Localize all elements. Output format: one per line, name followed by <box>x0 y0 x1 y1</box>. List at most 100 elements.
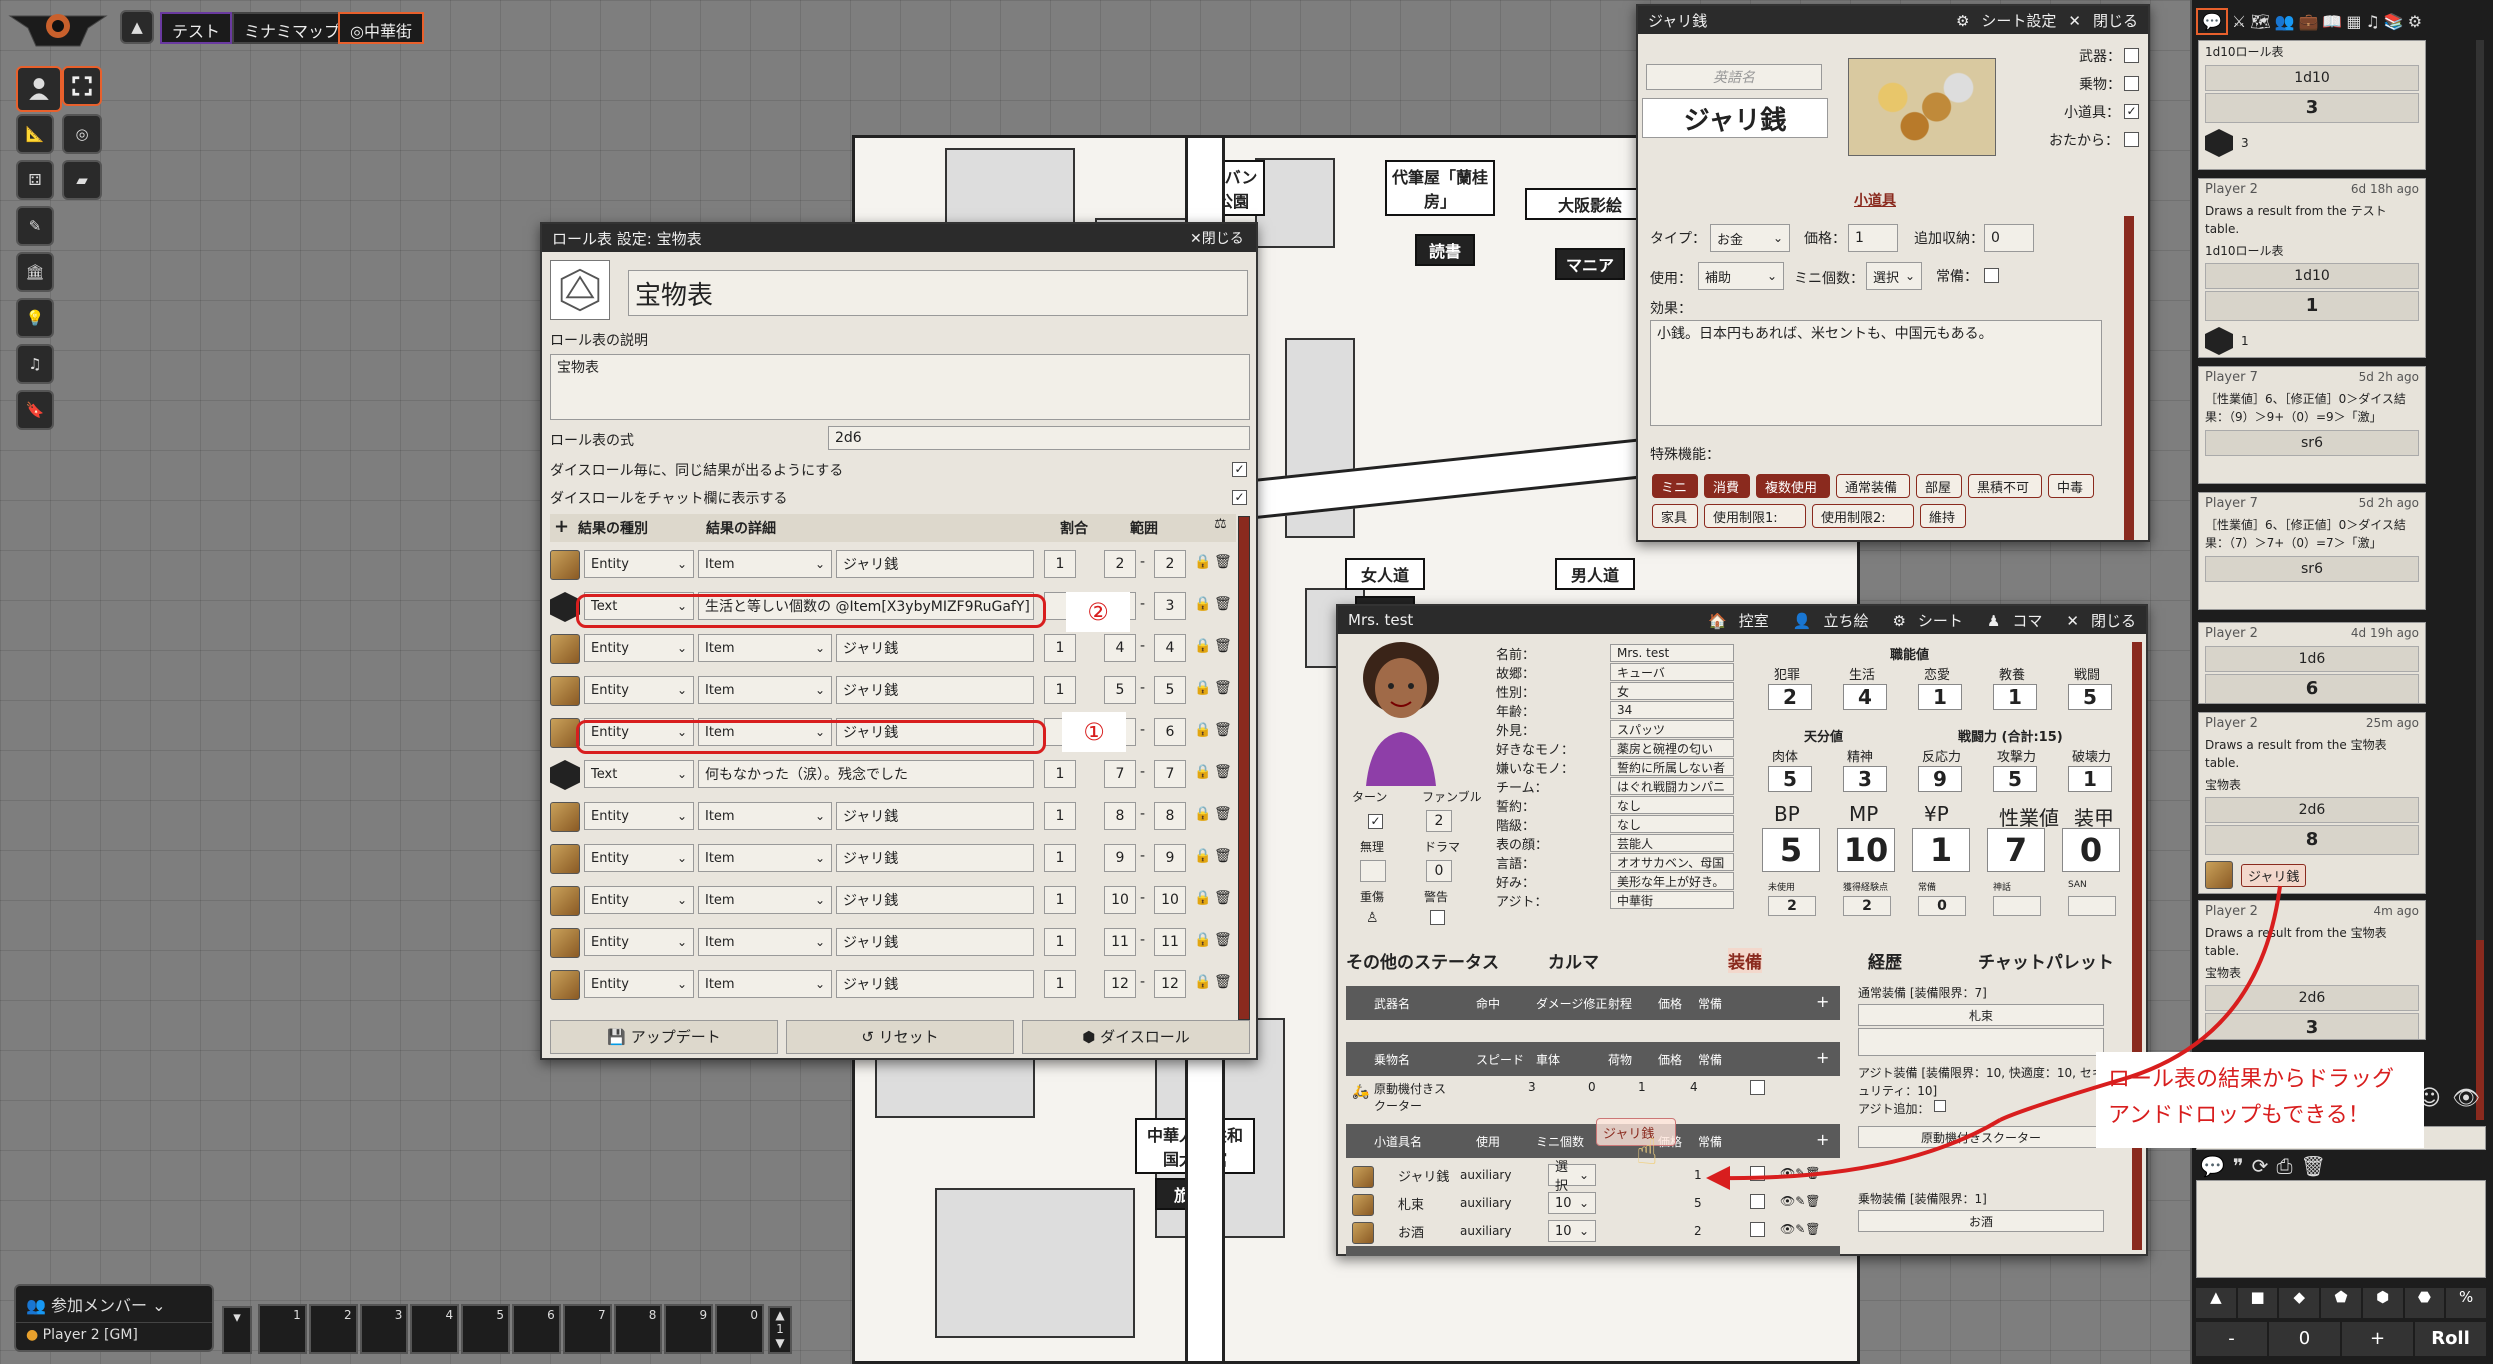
result-collection-select[interactable]: Item <box>698 634 832 662</box>
ability-value[interactable]: 5 <box>1993 766 2037 792</box>
item-image-coins[interactable] <box>1848 58 1996 156</box>
roll-formula[interactable]: 1d10 <box>2205 263 2419 289</box>
roll-total[interactable]: 8 <box>2205 825 2419 855</box>
lock-icon[interactable]: 🔒 <box>1194 932 1211 948</box>
sheet-tab[interactable]: その他のステータス <box>1346 948 1499 973</box>
item-row-name[interactable]: 札束 <box>1398 1194 1424 1213</box>
result-collection-select[interactable]: Item <box>698 844 832 872</box>
chat-message[interactable]: Player 7 5d 2h ago ［性業値］6、［修正値］0＞ダイス結果：（9）… <box>2198 366 2426 484</box>
profile-value[interactable]: はぐれ戦闘カンパニ <box>1610 777 1734 795</box>
scene-tab-chinatown[interactable]: ◎中華街 <box>338 12 424 44</box>
lock-icon[interactable]: 🔒 <box>1194 554 1211 570</box>
delete-icon[interactable]: 🗑 <box>1214 638 1232 654</box>
result-detail-input[interactable]: ジャリ銭 <box>836 928 1034 956</box>
lock-icon[interactable]: 🔒 <box>1194 680 1211 696</box>
macro-slot[interactable]: 7 <box>562 1304 612 1354</box>
vehicle-equip-slot[interactable]: お酒 <box>1858 1210 2104 1232</box>
macro-slot[interactable]: 9 <box>664 1304 714 1354</box>
items-tab-icon[interactable]: 💼 <box>2299 12 2319 31</box>
range-low-input[interactable]: 4 <box>1104 634 1136 662</box>
range-low-input[interactable]: 8 <box>1104 802 1136 830</box>
profile-value[interactable]: 34 <box>1610 701 1734 719</box>
range-low-input[interactable]: 12 <box>1104 970 1136 998</box>
roll-table-desc-input[interactable]: 宝物表 <box>550 354 1250 420</box>
sheet-settings-button[interactable]: ⚙ シート設定 <box>1956 12 2056 30</box>
profile-value[interactable]: 誓約に所属しない者 <box>1610 758 1734 776</box>
macro-slot[interactable]: 5 <box>461 1304 510 1354</box>
chat-message[interactable]: Player 2 6d 18h ago Draws a result from th… <box>2198 178 2426 358</box>
profile-value[interactable]: なし <box>1610 796 1734 814</box>
special-tag[interactable]: 通常装備 <box>1836 474 1910 498</box>
range-low-input[interactable]: 11 <box>1104 928 1136 956</box>
result-weight-input[interactable]: 1 <box>1044 676 1076 704</box>
tiles-icon[interactable]: ⚃ <box>16 160 54 200</box>
result-type-select[interactable]: Entity <box>584 886 694 914</box>
chat-message[interactable]: 1d10ロール表 1d10 3 3 <box>2198 40 2426 170</box>
delete-icon[interactable]: 🗑 <box>1214 932 1232 948</box>
delete-icon[interactable]: 🗑 <box>1214 974 1232 990</box>
sheet-tab[interactable]: カルマ <box>1548 948 1599 973</box>
item-name-input[interactable]: ジャリ銭 <box>1642 98 1828 138</box>
modifier-counter[interactable]: 0 <box>2269 1322 2340 1356</box>
hotbar-toggle[interactable]: ▾ <box>222 1306 252 1354</box>
reset-button[interactable]: ↺ リセット <box>786 1020 1014 1054</box>
range-high-input[interactable]: 11 <box>1154 928 1186 956</box>
permanent-checkbox[interactable] <box>1984 268 1999 283</box>
mini-count-select[interactable]: 選択 <box>1866 262 1922 290</box>
result-collection-select[interactable]: Item <box>698 676 832 704</box>
special-tag[interactable]: 黒積不可 <box>1968 474 2042 498</box>
lock-icon[interactable]: 🔒 <box>1194 974 1211 990</box>
lock-icon[interactable]: 🔒 <box>1194 806 1211 822</box>
muri-value[interactable] <box>1360 860 1386 882</box>
d100-icon[interactable]: % <box>2446 1288 2487 1318</box>
lock-icon[interactable]: 🔒 <box>1194 848 1211 864</box>
d20-icon[interactable]: ⬣ <box>2404 1288 2445 1318</box>
result-detail-input[interactable]: ジャリ銭 <box>836 676 1034 704</box>
range-high-input[interactable]: 12 <box>1154 970 1186 998</box>
chat-message[interactable]: Player 2 25m ago Draws a result from the 宝… <box>2198 712 2426 894</box>
token-control-button[interactable] <box>16 66 62 112</box>
d8-icon[interactable]: ◆ <box>2279 1288 2320 1318</box>
lock-icon[interactable]: 🔒 <box>1194 764 1211 780</box>
chat-message[interactable]: Player 7 5d 2h ago ［性業値］6、［修正値］0＞ダイス結果：（7）… <box>2198 492 2426 610</box>
walls-icon[interactable]: 🏛 <box>16 252 54 292</box>
delete-icon[interactable]: 🗑 <box>1214 554 1232 570</box>
drawing-icon[interactable]: ✎ <box>16 206 54 246</box>
lighting-icon[interactable]: 💡 <box>16 298 54 338</box>
special-tag[interactable]: 使用制限1: <box>1704 504 1806 528</box>
job-value[interactable]: 1 <box>1918 684 1962 710</box>
roll-button[interactable]: Roll <box>2415 1322 2486 1356</box>
result-collection-select[interactable]: Item <box>698 550 832 578</box>
range-high-input[interactable]: 2 <box>1154 550 1186 578</box>
big-stat-value[interactable]: 5 <box>1762 828 1820 872</box>
roll-table-name-input[interactable]: 宝物表 <box>628 270 1248 316</box>
range-low-input[interactable]: 10 <box>1104 886 1136 914</box>
char-action-button[interactable]: ⚙ シート <box>1880 612 1962 630</box>
warning-checkbox[interactable] <box>1430 910 1445 925</box>
hotbar-page[interactable]: ▲ 1 ▼ <box>768 1306 792 1354</box>
profile-value[interactable]: なし <box>1610 815 1734 833</box>
item-flag-checkbox[interactable]: ✓ <box>2124 104 2139 119</box>
roll-formula[interactable]: sr6 <box>2205 556 2419 582</box>
range-high-input[interactable]: 10 <box>1154 886 1186 914</box>
result-weight-input[interactable]: 1 <box>1044 634 1076 662</box>
journal-tab-icon[interactable]: 📖 <box>2322 12 2342 31</box>
item-row-permanent-checkbox[interactable] <box>1750 1222 1765 1237</box>
item-close-button[interactable]: ✕ 閉じる <box>2068 12 2138 30</box>
minus-button[interactable]: - <box>2196 1322 2267 1356</box>
profile-value[interactable]: オオサカベン、母国 <box>1610 853 1734 871</box>
result-type-select[interactable]: Entity <box>584 844 694 872</box>
delete-icon[interactable]: 🗑 <box>1214 890 1232 906</box>
big-stat-value[interactable]: 7 <box>1987 828 2045 872</box>
use-select[interactable]: 補助 <box>1698 262 1784 290</box>
ability-value[interactable]: 3 <box>1843 766 1887 792</box>
job-value[interactable]: 2 <box>1768 684 1812 710</box>
visibility-icon[interactable]: 👁 <box>2452 1086 2480 1111</box>
d12-icon[interactable]: ⬢ <box>2362 1288 2403 1318</box>
fumble-value[interactable]: 2 <box>1426 810 1452 832</box>
roll-total[interactable]: 6 <box>2205 674 2419 703</box>
playlists-tab-icon[interactable]: ♫ <box>2365 12 2379 31</box>
chat-message[interactable]: Player 2 4d 19h ago 1d6 6 <box>2198 622 2426 704</box>
compendium-tab-icon[interactable]: 📚 <box>2384 12 2404 31</box>
notes-icon[interactable]: 🔖 <box>16 390 54 430</box>
